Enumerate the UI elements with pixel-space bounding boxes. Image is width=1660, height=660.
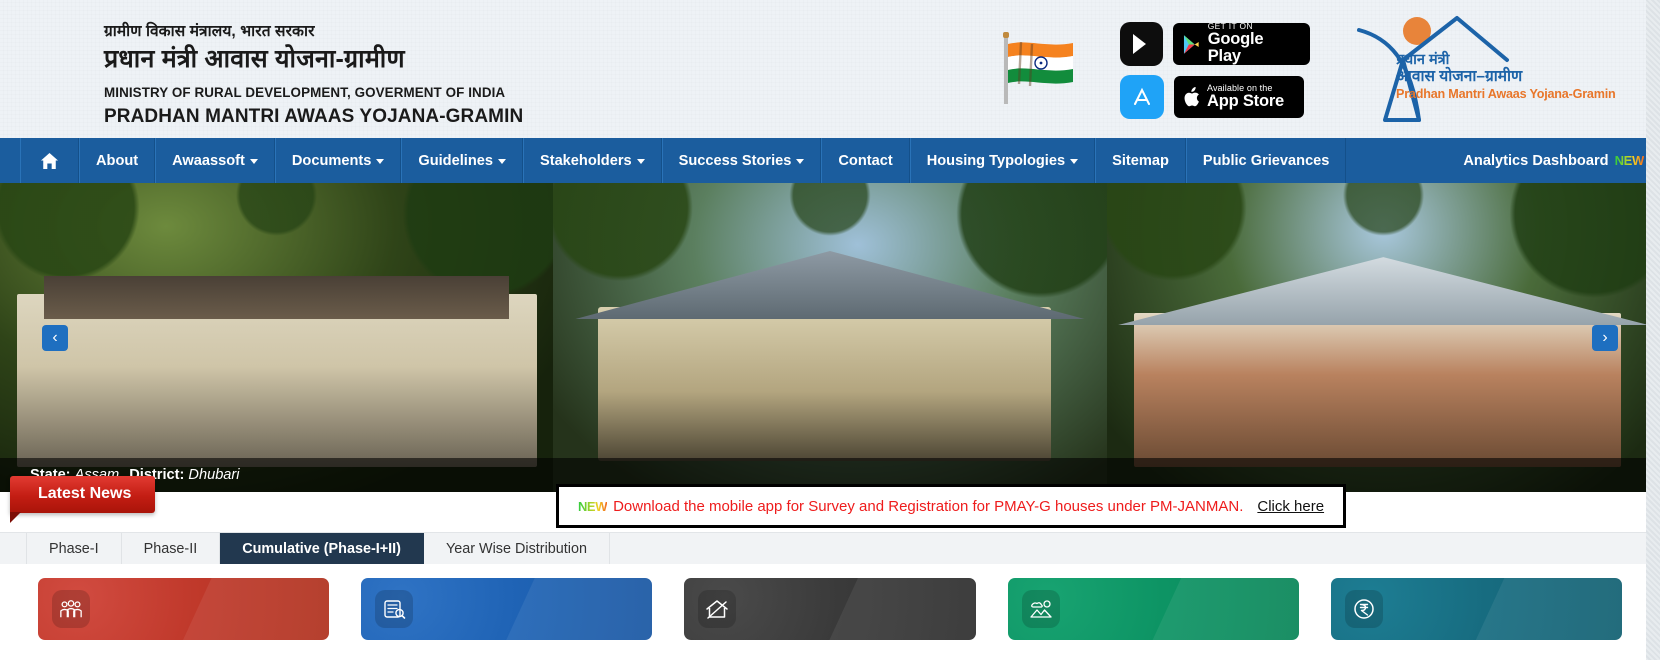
ministry-name-hindi: ग्रामीण विकास मंत्रालय, भारत सरकार bbox=[104, 23, 315, 40]
home-icon bbox=[40, 152, 59, 169]
tab-label-phase-i: Phase-I bbox=[49, 540, 99, 557]
tab-cumulative[interactable]: Cumulative (Phase-I+II) bbox=[220, 533, 424, 564]
tab-year-wise-distribution[interactable]: Year Wise Distribution bbox=[424, 533, 610, 564]
nav-item-about[interactable]: About bbox=[79, 138, 156, 183]
pmayg-homepage: ग्रामीण विकास मंत्रालय, भारत सरकार प्रधा… bbox=[0, 0, 1660, 660]
tab-phase-ii[interactable]: Phase-II bbox=[122, 533, 221, 564]
nav-label-analytics-dashboard: Analytics Dashboard bbox=[1463, 152, 1609, 169]
tab-phase-i[interactable]: Phase-I bbox=[26, 533, 122, 564]
site-header: ग्रामीण विकास मंत्रालय, भारत सरकार प्रधा… bbox=[0, 0, 1660, 138]
stat-card-houses[interactable] bbox=[684, 578, 976, 640]
new-badge: NEW bbox=[1614, 153, 1645, 168]
rupee-icon bbox=[1344, 590, 1383, 628]
people-group-icon bbox=[52, 590, 90, 628]
carousel-slide-2 bbox=[553, 183, 1107, 492]
app-store-badge[interactable]: Available on the App Store bbox=[1174, 76, 1304, 118]
nav-item-housing-typologies[interactable]: Housing Typologies bbox=[909, 138, 1096, 183]
tab-label-year-wise-distribution: Year Wise Distribution bbox=[445, 540, 587, 557]
stat-card-funds[interactable] bbox=[1330, 578, 1623, 640]
nav-item-awaassoft[interactable]: Awaassoft bbox=[155, 138, 275, 183]
nav-label-public-grievances: Public Grievances bbox=[1202, 152, 1330, 169]
main-navigation: About Awaassoft Documents Guidelines Sta… bbox=[0, 138, 1660, 183]
chevron-down-icon bbox=[636, 159, 645, 164]
carousel-slide-3 bbox=[1106, 183, 1660, 492]
stat-cards-area bbox=[0, 564, 1660, 660]
nav-label-about: About bbox=[96, 152, 139, 169]
stat-card-registered[interactable] bbox=[38, 578, 330, 640]
logo-line-1: प्रधान मंत्री bbox=[1396, 52, 1450, 68]
nav-item-documents[interactable]: Documents bbox=[274, 138, 402, 183]
hero-carousel[interactable]: ‹ › State: Assam District: Dhubari bbox=[0, 183, 1660, 492]
carousel-slides bbox=[0, 183, 1660, 492]
chevron-down-icon bbox=[249, 159, 258, 164]
news-new-badge: NEW bbox=[577, 498, 608, 514]
nav-label-stakeholders: Stakeholders bbox=[539, 152, 632, 169]
app-store-icon[interactable] bbox=[1120, 75, 1164, 119]
app-store-badges: GET IT ON Google Play Available on the A… bbox=[1120, 22, 1310, 128]
nav-item-sitemap[interactable]: Sitemap bbox=[1095, 138, 1186, 183]
tab-label-phase-ii: Phase-II bbox=[143, 540, 198, 557]
google-play-badge[interactable]: GET IT ON Google Play bbox=[1173, 22, 1310, 66]
nav-item-contact[interactable]: Contact bbox=[821, 138, 910, 183]
news-text: Download the mobile app for Survey and R… bbox=[613, 497, 1244, 515]
nav-item-stakeholders[interactable]: Stakeholders bbox=[522, 138, 662, 183]
nav-items: About Awaassoft Documents Guidelines Sta… bbox=[20, 138, 1347, 183]
nav-item-public-grievances[interactable]: Public Grievances bbox=[1185, 138, 1347, 183]
chevron-down-icon bbox=[1070, 159, 1079, 164]
sidebar-item-home[interactable] bbox=[20, 138, 79, 183]
document-register-icon bbox=[375, 590, 414, 628]
nav-label-documents: Documents bbox=[291, 152, 372, 169]
page-scrollbar[interactable] bbox=[1646, 0, 1660, 660]
app-store-big-text: App Store bbox=[1207, 92, 1285, 111]
ministry-name-english: MINISTRY OF RURAL DEVELOPMENT, GOVERMENT… bbox=[104, 85, 506, 100]
landscape-completed-icon bbox=[1021, 590, 1060, 628]
nav-label-success-stories: Success Stories bbox=[678, 152, 792, 169]
statistics-tabs: Phase-I Phase-II Cumulative (Phase-I+II)… bbox=[0, 532, 1660, 564]
nav-label-housing-typologies: Housing Typologies bbox=[926, 152, 1066, 169]
news-announcement-banner[interactable]: NEW Download the mobile app for Survey a… bbox=[556, 484, 1346, 528]
nav-item-guidelines[interactable]: Guidelines bbox=[401, 138, 523, 183]
nav-label-guidelines: Guidelines bbox=[418, 152, 493, 169]
chevron-down-icon bbox=[796, 159, 805, 164]
stat-card-completed[interactable] bbox=[1007, 578, 1299, 640]
logo-line-2: आवास योजना–ग्रामीण bbox=[1396, 68, 1523, 86]
nav-item-analytics-dashboard[interactable]: Analytics Dashboard NEW bbox=[1463, 138, 1660, 183]
app-store-row: Available on the App Store bbox=[1120, 75, 1310, 119]
nav-item-success-stories[interactable]: Success Stories bbox=[661, 138, 822, 183]
chevron-right-icon: › bbox=[1602, 328, 1608, 346]
chevron-left-icon: ‹ bbox=[52, 328, 58, 346]
latest-news-strip: Latest News NEW Download the mobile app … bbox=[0, 476, 1660, 532]
logo-line-3: Pradhan Mantri Awaas Yojana-Gramin bbox=[1396, 86, 1616, 101]
scheme-name-hindi: प्रधान मंत्री आवास योजना-ग्रामीण bbox=[104, 45, 405, 73]
logo-wordmark: प्रधान मंत्री आवास योजना–ग्रामीण Pradhan… bbox=[1396, 52, 1616, 101]
apple-logo-icon bbox=[1184, 86, 1199, 106]
tab-label-cumulative: Cumulative (Phase-I+II) bbox=[242, 540, 401, 557]
brand-block: ग्रामीण विकास मंत्रालय, भारत सरकार प्रधा… bbox=[104, 22, 523, 129]
nav-label-awaassoft: Awaassoft bbox=[172, 152, 245, 169]
chevron-down-icon bbox=[376, 159, 385, 164]
news-click-here-link[interactable]: Click here bbox=[1257, 498, 1324, 515]
house-sanction-icon bbox=[698, 590, 737, 628]
nav-label-contact: Contact bbox=[838, 152, 893, 169]
carousel-next-button[interactable]: › bbox=[1592, 324, 1618, 351]
india-flag-icon bbox=[1003, 32, 1073, 104]
latest-news-ribbon: Latest News bbox=[10, 476, 156, 513]
stat-card-sanctioned[interactable] bbox=[361, 578, 653, 640]
caption-district-value: Dhubari bbox=[188, 467, 240, 483]
google-play-row: GET IT ON Google Play bbox=[1120, 22, 1310, 66]
carousel-prev-button[interactable]: ‹ bbox=[42, 324, 68, 351]
scheme-name-english: PRADHAN MANTRI AWAAS YOJANA-GRAMIN bbox=[104, 106, 524, 127]
google-play-icon[interactable] bbox=[1120, 22, 1164, 66]
play-triangle-icon bbox=[1184, 34, 1199, 54]
google-play-big-text: Google Play bbox=[1207, 30, 1264, 66]
stat-cards bbox=[38, 578, 1623, 640]
chevron-down-icon bbox=[497, 159, 506, 164]
carousel-slide-1 bbox=[0, 183, 554, 492]
nav-label-sitemap: Sitemap bbox=[1112, 152, 1169, 169]
